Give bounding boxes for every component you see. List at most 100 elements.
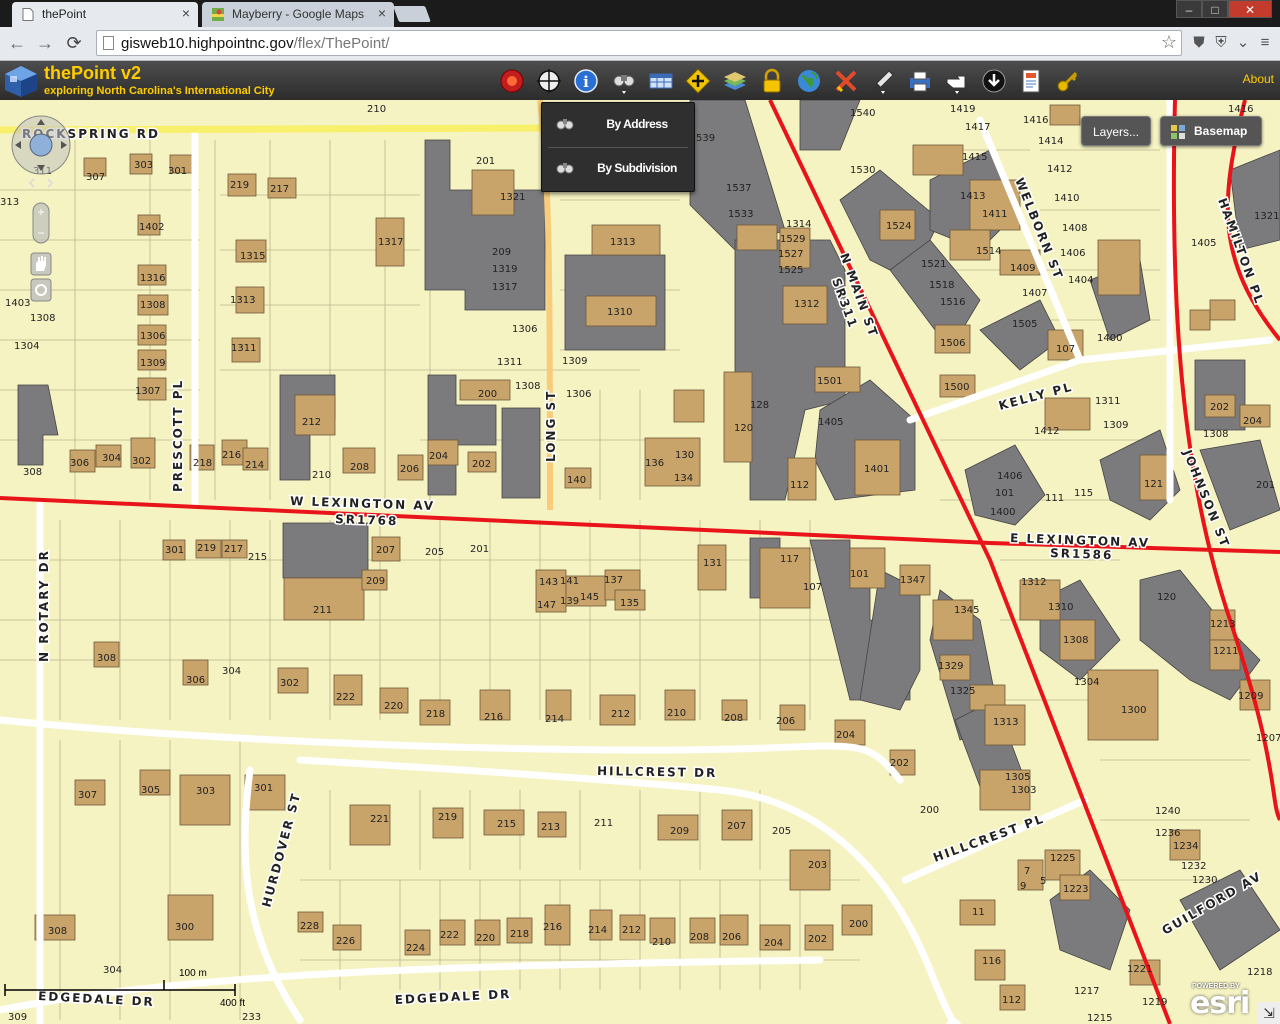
parcel-number: 208 bbox=[690, 932, 709, 943]
layers-icon[interactable] bbox=[721, 67, 749, 95]
address-bar[interactable]: gisweb10.highpointnc.gov/flex/ThePoint/ … bbox=[96, 30, 1182, 56]
draw-tools-icon[interactable] bbox=[832, 67, 860, 95]
parcel-number: 1406 bbox=[997, 471, 1022, 482]
parcel-number: 120 bbox=[734, 423, 753, 434]
new-tab-button[interactable] bbox=[393, 6, 431, 22]
parcel-number: 209 bbox=[492, 247, 511, 258]
lock-icon[interactable] bbox=[758, 67, 786, 95]
crosshair-icon[interactable] bbox=[535, 67, 563, 95]
parcel-number: 1525 bbox=[778, 265, 803, 276]
parcel-number: 209 bbox=[366, 576, 385, 587]
parcel-number: 141 bbox=[560, 576, 579, 587]
parcel-number: 147 bbox=[537, 600, 556, 611]
map-navigation-control[interactable]: + − bbox=[10, 115, 72, 335]
browser-titlebar: thePoint × Mayberry - Google Maps × – □ … bbox=[0, 0, 1280, 27]
plus-marker-icon[interactable] bbox=[684, 67, 712, 95]
parcel-number: 1530 bbox=[850, 165, 875, 176]
table-icon[interactable] bbox=[647, 67, 675, 95]
parcel-number: 1401 bbox=[864, 464, 889, 475]
street-label: HILLCREST DR bbox=[597, 764, 717, 780]
parcel-number: 1306 bbox=[512, 324, 537, 335]
menu-item-by-address[interactable]: By Address bbox=[542, 103, 694, 147]
print-icon[interactable] bbox=[906, 67, 934, 95]
tab-thepoint[interactable]: thePoint × bbox=[12, 2, 198, 27]
maximize-button[interactable]: □ bbox=[1202, 0, 1228, 18]
parcel-number: 218 bbox=[193, 458, 212, 469]
parcel-number: 115 bbox=[1074, 488, 1093, 499]
parcel-number: 1309 bbox=[140, 358, 165, 369]
parcel-number: 214 bbox=[245, 460, 264, 471]
parcel-number: 212 bbox=[622, 925, 641, 936]
map-view[interactable]: ROCKSPRING RD W LEXINGTON AV SR1768 E LE… bbox=[0, 100, 1280, 1024]
close-window-button[interactable]: ✕ bbox=[1228, 0, 1272, 18]
parcel-number: 1521 bbox=[921, 259, 946, 270]
browser-toolbar: ← → ⟳ gisweb10.highpointnc.gov/flex/TheP… bbox=[0, 27, 1280, 61]
info-icon[interactable]: i bbox=[572, 67, 600, 95]
zoom-in-icon[interactable]: + bbox=[37, 205, 44, 219]
bookmark-star-icon[interactable]: ☆ bbox=[1161, 32, 1177, 53]
parcel-number: 1209 bbox=[1238, 691, 1263, 702]
url-host: gisweb10.highpointnc.gov bbox=[121, 35, 294, 52]
parcel-number: 1308 bbox=[1203, 429, 1228, 440]
parcel-number: 226 bbox=[336, 936, 355, 947]
tab-close-icon[interactable]: × bbox=[182, 5, 190, 21]
parcel-number: 222 bbox=[336, 692, 355, 703]
full-extent-globe-icon[interactable] bbox=[29, 133, 53, 157]
parcel-number: 107 bbox=[1056, 344, 1075, 355]
map-canvas[interactable]: ROCKSPRING RD W LEXINGTON AV SR1768 E LE… bbox=[0, 100, 1280, 1024]
resize-corner-icon[interactable]: ⇲ bbox=[1258, 1002, 1280, 1024]
extent-arrows-icon[interactable] bbox=[28, 178, 54, 188]
hand-point-icon[interactable] bbox=[943, 67, 971, 95]
parcel-number: 305 bbox=[141, 785, 160, 796]
pocket-icon[interactable]: ⌄ bbox=[1233, 33, 1253, 53]
parcel-number: 140 bbox=[567, 475, 586, 486]
parcel-number: 1312 bbox=[794, 299, 819, 310]
menu-icon[interactable]: ≡ bbox=[1255, 33, 1275, 53]
parcel-number: 135 bbox=[620, 598, 639, 609]
zoom-box-icon[interactable] bbox=[30, 278, 52, 302]
pencil-icon[interactable] bbox=[869, 67, 897, 95]
parcel-number: 200 bbox=[920, 805, 939, 816]
layers-button[interactable]: Layers... bbox=[1081, 116, 1151, 146]
menu-item-by-subdivision[interactable]: By Subdivision bbox=[542, 147, 694, 191]
street-label: LONG ST bbox=[544, 390, 558, 462]
forward-button[interactable]: → bbox=[34, 31, 56, 55]
parcel-number: 1219 bbox=[1142, 997, 1167, 1008]
parcel-number: 1313 bbox=[610, 237, 635, 248]
parcel-number: 209 bbox=[670, 826, 689, 837]
tab-close-icon[interactable]: × bbox=[378, 5, 386, 21]
parcel-number: 1236 bbox=[1155, 828, 1180, 839]
parcel-number: 201 bbox=[470, 544, 489, 555]
url-text[interactable]: gisweb10.highpointnc.gov/flex/ThePoint/ bbox=[121, 35, 390, 52]
parcel-number: 1408 bbox=[1062, 223, 1087, 234]
download-icon[interactable] bbox=[980, 67, 1008, 95]
back-button[interactable]: ← bbox=[6, 31, 28, 55]
parcel-number: 107 bbox=[803, 582, 822, 593]
key-icon[interactable] bbox=[1054, 67, 1082, 95]
parcel-number: 304 bbox=[102, 453, 121, 464]
basemap-button[interactable]: Basemap bbox=[1160, 116, 1262, 146]
tab-title: Mayberry - Google Maps bbox=[232, 7, 365, 21]
parcel-number: 117 bbox=[780, 554, 799, 565]
tab-google-maps[interactable]: Mayberry - Google Maps × bbox=[202, 2, 394, 27]
parcel-number: 233 bbox=[242, 1012, 261, 1023]
extension-icon[interactable]: ⛨ bbox=[1211, 33, 1231, 53]
parcel-number: 1230 bbox=[1192, 875, 1217, 886]
parcel-number: 1413 bbox=[960, 191, 985, 202]
parcel-number: 301 bbox=[168, 166, 187, 177]
report-icon[interactable] bbox=[1017, 67, 1045, 95]
record-icon[interactable] bbox=[498, 67, 526, 95]
reload-button[interactable]: ⟳ bbox=[63, 31, 85, 55]
minimize-button[interactable]: – bbox=[1176, 0, 1202, 18]
parcel-number: 220 bbox=[384, 701, 403, 712]
globe-icon[interactable] bbox=[795, 67, 823, 95]
parcel-number: 145 bbox=[580, 592, 599, 603]
extension-icon[interactable]: ⛊ bbox=[1189, 33, 1209, 53]
parcel-number: 202 bbox=[808, 934, 827, 945]
binoculars-icon[interactable] bbox=[610, 67, 638, 95]
svg-text:i: i bbox=[583, 73, 589, 91]
parcel-number: 1308 bbox=[1063, 635, 1088, 646]
about-link[interactable]: About bbox=[1243, 72, 1274, 86]
parcel-number: 208 bbox=[350, 462, 369, 473]
zoom-out-icon[interactable]: − bbox=[37, 226, 44, 240]
